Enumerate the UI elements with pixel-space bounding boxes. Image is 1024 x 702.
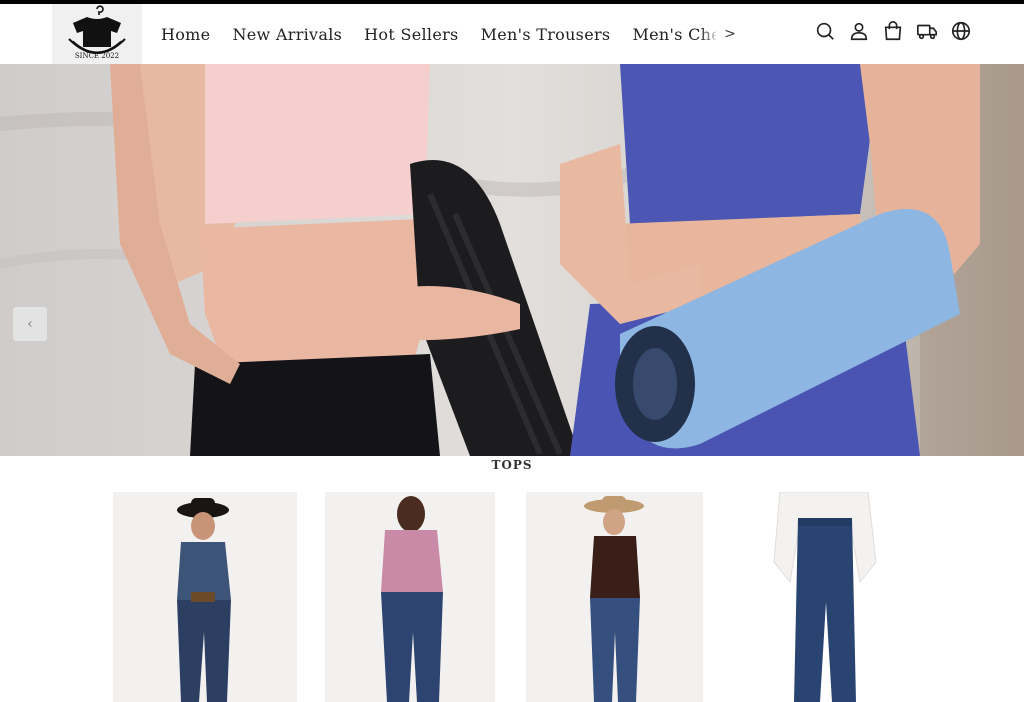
brand-logo[interactable]: SINCE 2022 <box>52 4 142 64</box>
section-title: TOPS <box>491 458 533 472</box>
order-tracking-icon[interactable] <box>916 20 938 42</box>
product-image <box>740 492 910 702</box>
product-image <box>526 492 703 702</box>
product-card[interactable] <box>325 492 495 702</box>
hero-image <box>0 64 1024 456</box>
nav-new-arrivals[interactable]: New Arrivals <box>232 25 342 44</box>
product-image <box>113 492 297 702</box>
hero-banner[interactable]: ‹ <box>0 64 1024 456</box>
nav-mens-trousers[interactable]: Men's Trousers <box>481 25 611 44</box>
hero-prev-button[interactable]: ‹ <box>13 307 47 341</box>
nav-home[interactable]: Home <box>161 25 210 44</box>
nav-hot-sellers[interactable]: Hot Sellers <box>364 25 458 44</box>
product-image <box>325 492 495 702</box>
product-card[interactable] <box>526 492 703 702</box>
logo-text: SINCE 2022 <box>75 52 119 60</box>
language-icon[interactable] <box>950 20 972 42</box>
logo-icon: SINCE 2022 <box>68 5 126 60</box>
nav-scroll-right-button[interactable]: > <box>716 18 744 50</box>
product-card[interactable] <box>113 492 297 702</box>
cart-icon[interactable] <box>882 20 904 42</box>
search-icon[interactable] <box>814 20 836 42</box>
site-header: SINCE 2022 Home New Arrivals Hot Sellers… <box>0 4 1024 64</box>
main-nav: Home New Arrivals Hot Sellers Men's Trou… <box>161 4 741 64</box>
account-icon[interactable] <box>848 20 870 42</box>
product-card[interactable] <box>740 492 910 702</box>
product-grid <box>0 492 1024 702</box>
header-icons <box>814 20 972 42</box>
